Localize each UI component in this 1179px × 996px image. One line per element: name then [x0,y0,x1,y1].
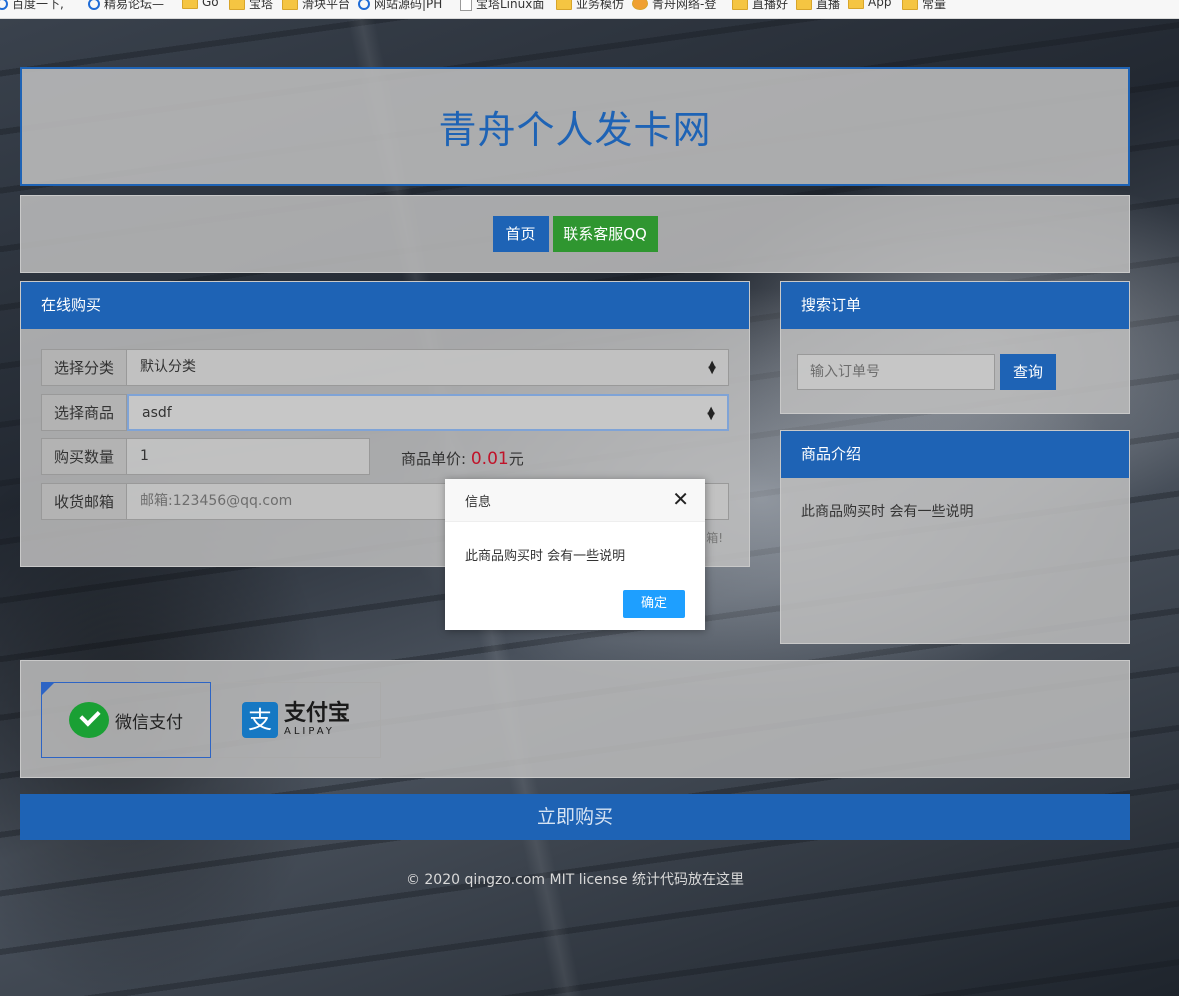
category-label: 选择分类 [41,349,127,386]
payment-panel: 微信支付 支 支付宝 ALIPAY [20,660,1130,778]
folder-icon [902,0,918,10]
select-arrow-icon: ▲ ▼ [708,359,716,376]
order-number-placeholder: 输入订单号 [810,364,880,380]
site-header: 青舟个人发卡网 [20,67,1130,186]
wechat-pay-icon [69,702,109,738]
bookmarks-bar: 百度一下, 精易论坛— Go 宝塔 滑块平台 网站源码|PH 宝塔Linux面 … [0,0,1179,19]
alipay-option[interactable]: 支 支付宝 ALIPAY [211,682,381,758]
bookmark-item[interactable]: 业务模仿 [556,0,624,12]
selected-corner-icon [42,683,54,695]
bookmark-label: 直播好 [752,0,789,11]
wechat-pay-option[interactable]: 微信支付 [41,682,211,758]
intro-text: 此商品购买时 会有一些说明 [801,504,974,520]
folder-icon [848,0,864,9]
bookmark-label: 宝塔Linux面 [476,0,545,11]
folder-icon [732,0,748,10]
buy-panel-title: 在线购买 [21,282,749,329]
bookmark-item[interactable]: 宝塔Linux面 [460,0,544,12]
bookmark-label: 百度一下, [12,0,64,11]
dialog-message: 此商品购买时 会有一些说明 [465,549,626,564]
bookmark-label: 宝塔 [249,0,274,11]
nav-bar: 首页 联系客服QQ [20,195,1130,273]
product-intro-panel: 商品介绍 此商品购买时 会有一些说明 [780,430,1130,644]
folder-icon [182,0,198,9]
bookmark-label: 滑块平台 [302,0,351,11]
footer-text: © 2020 qingzo.com MIT license 统计代码放在这里 [405,872,745,888]
product-select[interactable]: asdf ▲ ▼ [127,394,729,431]
query-button[interactable]: 查询 [1000,354,1056,390]
email-placeholder: 邮箱:123456@qq.com [140,493,293,509]
alipay-icon: 支 [241,702,278,738]
dialog-header: 信息 ✕ [445,479,705,522]
wechat-pay-label: 微信支付 [115,712,183,733]
bookmark-item[interactable]: 百度一下, [0,0,64,12]
close-icon[interactable]: ✕ [672,489,689,509]
quantity-value: 1 [140,448,149,464]
site-title: 青舟个人发卡网 [438,108,712,152]
info-dialog: 信息 ✕ 此商品购买时 会有一些说明 确定 [445,479,705,630]
globe-icon [88,0,100,10]
contact-qq-button[interactable]: 联系客服QQ [552,216,658,252]
home-button[interactable]: 首页 [492,216,549,252]
bookmark-label: Go [202,0,219,9]
price-label: 商品单价: [401,450,467,468]
confirm-button[interactable]: 确定 [623,590,685,618]
folder-icon [282,0,298,10]
bookmark-label: 常量 [922,0,947,11]
folder-icon [229,0,245,10]
bookmark-item[interactable]: Go [182,0,219,9]
order-number-input[interactable]: 输入订单号 [797,354,995,390]
bookmark-label: App [868,0,892,9]
select-arrow-icon: ▲ ▼ [707,405,715,422]
bookmark-item[interactable]: 宝塔 [229,0,273,12]
buy-now-button[interactable]: 立即购买 [20,794,1130,840]
folder-icon [556,0,572,10]
price-unit: 元 [508,450,524,468]
product-value: asdf [142,405,172,421]
globe-icon [358,0,370,10]
intro-panel-title: 商品介绍 [781,431,1129,478]
alipay-label: 支付宝 [283,701,350,726]
alipay-logo-text: 支付宝 ALIPAY [284,703,350,737]
folder-icon [796,0,812,10]
bookmark-item[interactable]: 网站源码|PH [358,0,442,12]
bookmark-item[interactable]: 滑块平台 [282,0,350,12]
bookmark-label: 精易论坛— [104,0,165,11]
alipay-label-en: ALIPAY [283,726,335,737]
bookmark-label: 业务模仿 [576,0,625,11]
category-value: 默认分类 [140,359,196,375]
bookmark-icon [632,0,648,10]
bookmark-label: 网站源码|PH [374,0,443,11]
page-icon [460,0,472,11]
price-value: 0.01 [470,449,509,469]
dialog-title: 信息 [465,495,492,510]
bookmark-item[interactable]: App [848,0,891,9]
email-label: 收货邮箱 [41,483,127,520]
bookmark-icon [0,0,8,10]
bookmark-item[interactable]: 常量 [902,0,946,12]
quantity-row: 购买数量 1 [41,438,370,475]
category-select[interactable]: 默认分类 ▲ ▼ [127,349,729,386]
quantity-input[interactable]: 1 [127,438,370,475]
bookmark-label: 直播 [816,0,841,11]
product-label: 选择商品 [41,394,127,431]
email-hint: 箱! [706,531,723,545]
unit-price: 商品单价: 0.01元 [401,448,524,469]
quantity-label: 购买数量 [41,438,127,475]
category-row: 选择分类 默认分类 ▲ ▼ [41,349,729,386]
bookmark-label: 青舟网络-登 [652,0,717,11]
search-order-panel: 搜索订单 输入订单号 查询 [780,281,1130,414]
bookmark-item[interactable]: 精易论坛— [88,0,164,12]
bookmark-item[interactable]: 青舟网络-登 [632,0,716,12]
bookmark-item[interactable]: 直播 [796,0,840,12]
bookmark-item[interactable]: 直播好 [732,0,788,12]
product-row: 选择商品 asdf ▲ ▼ [41,394,729,431]
search-panel-title: 搜索订单 [781,282,1129,329]
